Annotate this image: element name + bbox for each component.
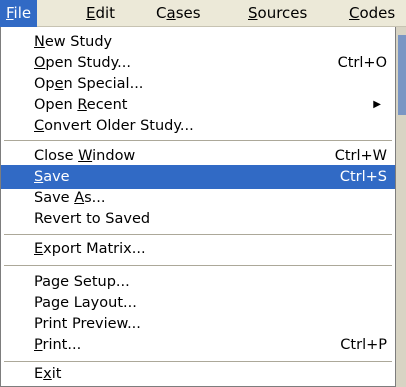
menu-bar: File Edit Cases Sources Codes: [0, 0, 406, 27]
menu-sources-mnemonic: S: [248, 4, 258, 22]
menu-item-export-matrix[interactable]: Export Matrix...: [1, 237, 395, 261]
menu-codes[interactable]: Codes: [343, 0, 401, 27]
menu-cases-mnemonic: a: [166, 4, 176, 22]
menu-cases[interactable]: Cases: [150, 0, 207, 27]
menu-item-revert-to-saved[interactable]: Revert to Saved: [1, 207, 395, 231]
menu-edit[interactable]: Edit: [80, 0, 121, 27]
menu-item-convert-older-study[interactable]: Convert Older Study...: [1, 114, 395, 138]
menu-item-print[interactable]: Print... Ctrl+P: [1, 333, 395, 357]
menu-file[interactable]: File: [0, 0, 38, 27]
menu-separator: [4, 234, 392, 235]
menu-file-mnemonic: F: [6, 4, 14, 22]
menu-sources[interactable]: Sources: [242, 0, 313, 27]
menu-separator: [4, 140, 392, 141]
background-window-edge: [396, 27, 406, 387]
menu-separator: [4, 265, 392, 266]
menu-item-exit[interactable]: Exit: [1, 362, 395, 386]
file-menu-dropdown: New Study Open Study... Ctrl+O Open Spec…: [0, 27, 396, 387]
shortcut-label: Ctrl+P: [340, 337, 387, 353]
background-window-titlebar-fragment: [398, 35, 406, 115]
menu-codes-mnemonic: C: [349, 4, 360, 22]
